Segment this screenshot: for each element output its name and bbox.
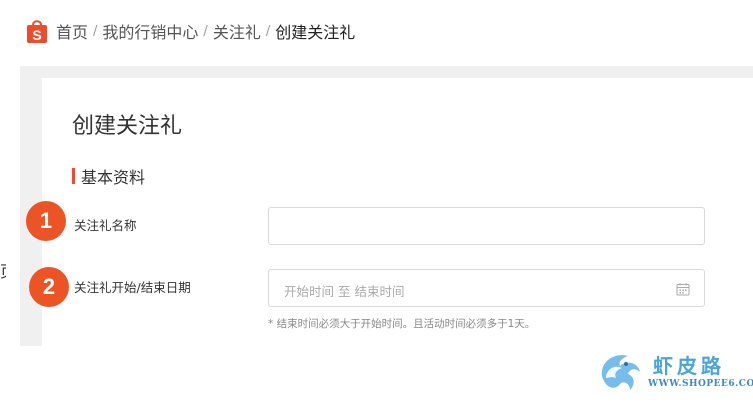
breadcrumb-separator: /: [265, 23, 271, 39]
follow-prize-name-input[interactable]: [268, 207, 705, 245]
breadcrumb-separator: /: [203, 23, 208, 39]
svg-text:S: S: [32, 27, 41, 43]
date-range-hint: * 结束时间必须大于开始时间。且活动时间必须多于1天。: [268, 318, 536, 330]
breadcrumb-home[interactable]: 首页: [56, 19, 88, 43]
top-bar: S 首页 / 我的行销中心 / 关注礼 / 创建关注礼: [0, 0, 753, 66]
step-badge-1: 1: [26, 201, 66, 241]
watermark-text-en: WWW.SHOPEE6.COM: [648, 379, 753, 389]
page-title: 创建关注礼: [72, 114, 183, 139]
dragon-logo-icon: [601, 355, 640, 390]
date-range-placeholder: 开始时间 至 结束时间: [284, 284, 405, 299]
date-range-picker[interactable]: 开始时间 至 结束时间: [268, 269, 705, 307]
breadcrumb: 首页 / 我的行销中心 / 关注礼 / 创建关注礼: [56, 19, 355, 43]
breadcrumb-follow-prize[interactable]: 关注礼: [213, 19, 261, 43]
section-header: 基本资料: [72, 164, 145, 188]
section-title: 基本资料: [81, 168, 146, 187]
watermark-text-cn: 虾皮路: [653, 354, 725, 378]
cropped-text: 页: [0, 258, 6, 286]
step-badge-2: 2: [29, 267, 69, 307]
date-range-label: 关注礼开始/结束日期: [74, 280, 191, 295]
breadcrumb-marketing-center[interactable]: 我的行销中心: [102, 19, 198, 43]
form-card: 创建关注礼 基本资料 关注礼名称 关注礼开始/结束日期 开始时间 至 结束时间 …: [42, 78, 753, 346]
section-accent-bar: [72, 168, 75, 184]
follow-prize-name-label: 关注礼名称: [74, 218, 137, 233]
shopee-logo-icon[interactable]: S: [26, 18, 48, 44]
breadcrumb-current: 创建关注礼: [275, 23, 356, 42]
watermark: 虾皮路 WWW.SHOPEE6.COM: [592, 346, 753, 404]
breadcrumb-separator: /: [93, 23, 98, 39]
calendar-icon[interactable]: [676, 281, 690, 296]
